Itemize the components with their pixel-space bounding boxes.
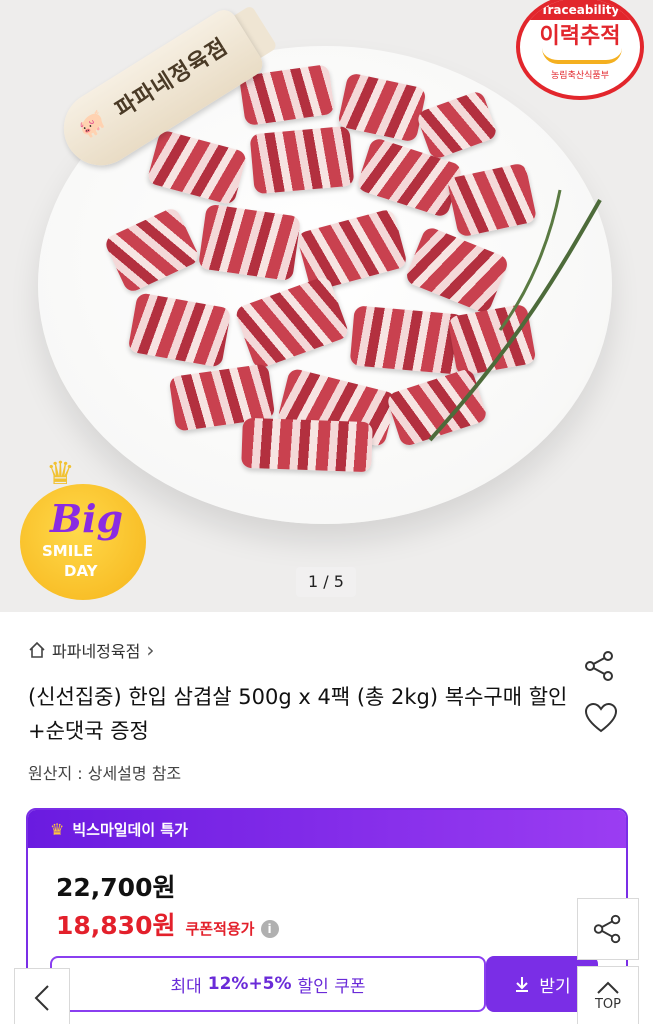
- share-icon: [593, 914, 621, 944]
- rosemary-image: [428, 189, 602, 442]
- original-price: 22,700원: [56, 873, 176, 902]
- download-icon: [516, 977, 529, 992]
- top-label: TOP: [594, 996, 621, 1012]
- info-icon[interactable]: i: [260, 919, 279, 938]
- pork-cube: [415, 89, 499, 161]
- coupon-download-label: 받기: [539, 976, 571, 997]
- scroll-top-button[interactable]: TOP: [577, 966, 639, 1024]
- crown-icon: ♛: [50, 819, 65, 839]
- promo-header-label: 빅스마일데이 특가: [72, 820, 188, 839]
- image-pager: 1 / 5: [296, 567, 356, 597]
- coupon-prefix: 최대: [170, 976, 202, 997]
- sale-price-row: 18,830원 쿠폰적용가 i: [56, 906, 279, 942]
- trace-badge-top: Traceability: [520, 0, 640, 20]
- wishlist-button[interactable]: [584, 702, 618, 734]
- pork-cube: [103, 205, 201, 295]
- chevron-left-icon: [34, 985, 49, 1011]
- back-button[interactable]: [14, 968, 70, 1024]
- share-button[interactable]: [582, 648, 618, 684]
- trace-badge-sub: 농림축산식품부: [551, 71, 609, 81]
- pork-cube: [337, 72, 427, 143]
- pork-cube: [197, 203, 302, 282]
- big-badge-line2: DAY: [64, 562, 98, 580]
- big-badge-line1: SMILE: [42, 542, 94, 560]
- sale-price: 18,830원: [56, 911, 176, 940]
- pork-cube: [127, 292, 232, 368]
- big-smile-day-badge: ♛ Big SMILE DAY: [20, 454, 146, 600]
- floating-share-button[interactable]: [577, 898, 639, 960]
- traceability-badge: Traceability 이력추적 농림축산식품부: [516, 0, 644, 100]
- chevron-right-icon: ›: [146, 638, 155, 662]
- store-link[interactable]: 파파네정육점 ›: [28, 638, 154, 662]
- pork-cube: [233, 274, 351, 371]
- store-name: 파파네정육점: [52, 642, 141, 661]
- big-badge-title: Big: [50, 496, 124, 541]
- product-image-gallery[interactable]: 🐖 파파네정육점 Traceability 이력추적 농림축산식품부 ♛ Big…: [0, 0, 653, 612]
- product-title: (신선집중) 한입 삼겹살 500g x 4팩 (총 2kg) 복수구매 할인+…: [28, 685, 568, 743]
- chevron-up-icon: [597, 981, 619, 994]
- trace-badge-arc: [542, 48, 622, 64]
- coupon-amount: 12%+5%: [207, 974, 292, 994]
- pork-cube: [241, 417, 373, 473]
- home-icon: [29, 641, 45, 658]
- heart-icon: [584, 702, 618, 733]
- coupon-applied-note[interactable]: 쿠폰적용가 i: [185, 918, 279, 939]
- product-origin: 원산지 : 상세설명 참조: [28, 764, 182, 783]
- trace-badge-main: 이력추적: [539, 24, 621, 49]
- coupon-suffix: 할인 쿠폰: [297, 976, 366, 997]
- coupon-applied-label: 쿠폰적용가: [185, 920, 255, 938]
- promo-header: ♛ 빅스마일데이 특가: [28, 810, 626, 848]
- coupon-banner[interactable]: 최대 12%+5% 할인 쿠폰: [50, 956, 486, 1012]
- share-icon: [585, 651, 613, 681]
- pork-cube: [249, 125, 355, 195]
- crown-icon: ♛: [46, 454, 75, 492]
